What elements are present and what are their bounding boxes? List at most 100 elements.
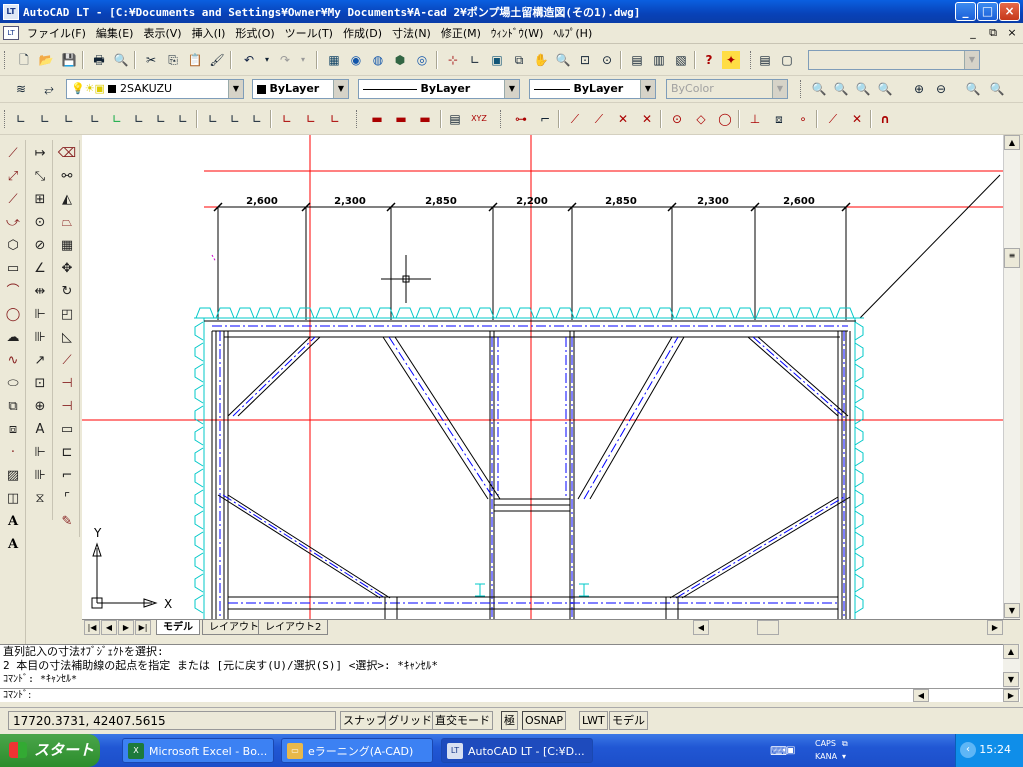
snap-intersection-icon[interactable]: ✕ <box>614 110 632 128</box>
snap-nearest-icon[interactable]: ⟋ <box>824 110 842 128</box>
break-at-point-icon[interactable]: ▭ <box>57 420 77 440</box>
publish-icon[interactable]: ⬢ <box>391 51 409 69</box>
ucs-apply-x-icon[interactable]: ∟ <box>278 110 296 128</box>
tab-prev-icon[interactable]: ◀ <box>101 620 117 635</box>
make-block-icon[interactable]: ⧈ <box>3 420 23 440</box>
polygon-icon[interactable]: ⤻ <box>3 213 23 233</box>
dim-text-edit-icon[interactable]: XYZ <box>470 110 488 128</box>
redo-dropdown-icon[interactable]: ▾ <box>294 51 312 69</box>
today-icon[interactable]: ▦ <box>325 51 343 69</box>
tolerance-icon[interactable]: ⊡ <box>30 374 50 394</box>
tab-model[interactable]: モデル <box>156 620 200 635</box>
scale-icon[interactable]: ◰ <box>57 305 77 325</box>
menu-help[interactable]: ﾍﾙﾌﾟ(H) <box>548 25 597 41</box>
menu-format[interactable]: 形式(O) <box>230 25 279 41</box>
dim-text-edit-icon[interactable]: ⊩ <box>30 443 50 463</box>
ucs-apply-z-icon[interactable]: ∟ <box>326 110 344 128</box>
arc-icon[interactable]: ⌒ <box>3 282 23 302</box>
lengthen-icon[interactable]: ⟋ <box>57 351 77 371</box>
snap-tangent-icon[interactable]: ◯ <box>716 110 734 128</box>
zoom-window-icon[interactable]: 🔍 <box>810 80 828 98</box>
copy-object-icon[interactable]: ⚯ <box>57 167 77 187</box>
design-center-icon[interactable]: ▥ <box>650 51 668 69</box>
layer-manager-icon[interactable]: ≋ <box>12 80 30 98</box>
tab-layout2[interactable]: レイアウト2 <box>258 620 329 635</box>
plotstyle-dropdown[interactable]: ByColor ▼ <box>666 79 788 99</box>
fillet-icon[interactable]: ⌜ <box>57 489 77 509</box>
construction-line-icon[interactable]: ⤢ <box>3 167 23 187</box>
ucs-face-icon[interactable]: ∟ <box>108 110 126 128</box>
ucs-icon[interactable]: ∟ <box>466 51 484 69</box>
layout-icon[interactable]: ▤ <box>756 51 774 69</box>
zoom-realtime-icon[interactable]: 🔍 <box>554 51 572 69</box>
dbconnect-icon[interactable]: ◉ <box>347 51 365 69</box>
ucs-3point-icon[interactable]: ∟ <box>248 110 266 128</box>
extend-icon[interactable]: ⊣ <box>57 397 77 417</box>
named-views-icon[interactable]: ▣ <box>488 51 506 69</box>
explode-icon[interactable]: ✎ <box>57 512 77 532</box>
ucs-previous-icon[interactable]: ∟ <box>36 110 54 128</box>
menu-modify[interactable]: 修正(M) <box>436 25 486 41</box>
undo-icon[interactable]: ↶ <box>240 51 258 69</box>
minimize-button[interactable]: _ <box>955 2 976 21</box>
dim-edit-icon[interactable]: A <box>30 420 50 440</box>
dim-continue-icon[interactable]: ⊪ <box>30 328 50 348</box>
mdi-restore-button[interactable]: ⧉ <box>986 26 1000 40</box>
new-file-icon[interactable]: 🗋 <box>15 51 33 69</box>
ucs-world-icon[interactable]: ∟ <box>60 110 78 128</box>
whats-new-icon[interactable]: ✦ <box>722 51 740 69</box>
color-dropdown[interactable]: ByLayer ▼ <box>252 79 349 99</box>
ucs-object-icon[interactable]: ∟ <box>86 110 104 128</box>
command-input-line[interactable]: ｺﾏﾝﾄﾞ: ◀ ▶ <box>0 688 1020 702</box>
ucs-x-icon[interactable]: ∟ <box>204 110 222 128</box>
offset-icon[interactable]: ⏢ <box>57 213 77 233</box>
cmd-scroll-down-icon[interactable]: ▼ <box>1003 672 1019 687</box>
zoom-dynamic-icon[interactable]: 🔍 <box>832 80 850 98</box>
snap-endpoint-icon[interactable]: ⟋ <box>566 110 584 128</box>
layer-dropdown[interactable]: 💡☀▣ 2SAKUZU ▼ <box>66 79 244 99</box>
snap-from-icon[interactable]: ⌐ <box>536 110 554 128</box>
center-mark-icon[interactable]: ⊕ <box>30 397 50 417</box>
insert-block-icon[interactable]: ⧉ <box>3 397 23 417</box>
mirror-icon[interactable]: ◭ <box>57 190 77 210</box>
snap-quadrant-icon[interactable]: ◇ <box>692 110 710 128</box>
dim-update-icon[interactable]: ⊪ <box>30 466 50 486</box>
scroll-up-icon[interactable]: ▲ <box>1004 135 1020 150</box>
redo-icon[interactable]: ↷ <box>276 51 294 69</box>
line-icon[interactable]: ⟋ <box>3 144 23 164</box>
move-icon[interactable]: ✥ <box>57 259 77 279</box>
snap-node-icon[interactable]: ∘ <box>794 110 812 128</box>
dim-linear-icon[interactable]: ↦ <box>30 144 50 164</box>
close-button[interactable]: × <box>999 2 1020 21</box>
trim-icon[interactable]: ⊣ <box>57 374 77 394</box>
ucs-z-icon[interactable]: ∟ <box>226 110 244 128</box>
zoom-previous-icon[interactable]: ⊙ <box>598 51 616 69</box>
osnap-settings-icon[interactable]: ∩ <box>876 110 894 128</box>
lineweight-dropdown[interactable]: ByLayer ▼ <box>529 79 656 99</box>
save-icon[interactable]: 💾 <box>60 51 78 69</box>
dim-ordinate-icon[interactable]: ⊞ <box>30 190 50 210</box>
ellipse-icon[interactable]: ⬭ <box>3 374 23 394</box>
task-excel[interactable]: X Microsoft Excel - Bo... <box>122 738 274 763</box>
cmdline-scroll-right-icon[interactable]: ▶ <box>1003 689 1019 702</box>
properties-icon[interactable]: ▤ <box>628 51 646 69</box>
help-icon[interactable]: ? <box>700 51 718 69</box>
copy-icon[interactable]: ⎘ <box>164 51 182 69</box>
dim-baseline-icon[interactable]: ⊩ <box>30 305 50 325</box>
hscroll-left-icon[interactable]: ◀ <box>693 620 709 635</box>
snap-insert-icon[interactable]: ⧈ <box>770 110 788 128</box>
command-scrollbar[interactable]: ▲ ▼ <box>1003 644 1020 688</box>
menu-tools[interactable]: ツール(T) <box>280 25 338 41</box>
spline-icon[interactable]: ∿ <box>3 351 23 371</box>
chamfer-icon[interactable]: ⌐ <box>57 466 77 486</box>
stretch-icon[interactable]: ◺ <box>57 328 77 348</box>
ucs-icon[interactable]: ∟ <box>12 110 30 128</box>
hatch-icon[interactable]: ▨ <box>3 466 23 486</box>
rotate-icon[interactable]: ↻ <box>57 282 77 302</box>
ortho-toggle[interactable]: 直交モード <box>432 711 493 730</box>
cmd-scroll-up-icon[interactable]: ▲ <box>1003 644 1019 659</box>
autocad-app-icon[interactable]: LT <box>3 3 19 20</box>
tab-first-icon[interactable]: |◀ <box>84 620 100 635</box>
vertical-scrollbar[interactable]: ▲ ≡ ▼ <box>1003 135 1020 619</box>
zoom-extents-icon[interactable]: 🔍 <box>988 80 1006 98</box>
